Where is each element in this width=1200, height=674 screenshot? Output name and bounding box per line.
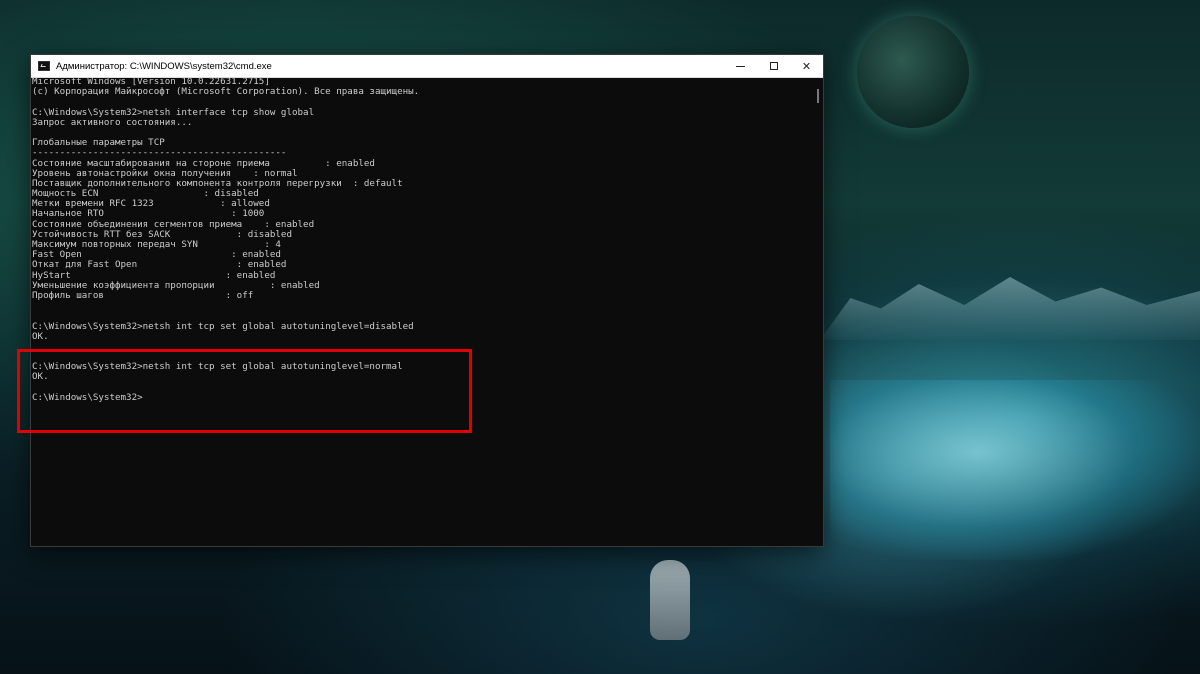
window-title: Администратор: C:\WINDOWS\system32\cmd.e… <box>56 60 272 72</box>
console-line: ----------------------------------------… <box>32 147 287 159</box>
wallpaper-mountains <box>820 277 1200 340</box>
wallpaper-planet <box>857 16 969 128</box>
wallpaper-shore <box>830 380 1200 560</box>
cmd-window[interactable]: Администратор: C:\WINDOWS\system32\cmd.e… <box>30 54 824 547</box>
minimize-button[interactable] <box>724 55 757 77</box>
console-scrollbar[interactable] <box>817 89 819 103</box>
wallpaper-astronaut <box>650 560 690 640</box>
console-line: C:\Windows\System32>netsh int tcp set gl… <box>32 320 414 332</box>
console-line: Профиль шагов : off <box>32 289 254 301</box>
console-line: Запрос активного состояния... <box>32 116 193 128</box>
console-line: (c) Корпорация Майкрософт (Microsoft Cor… <box>32 86 420 98</box>
close-icon: ✕ <box>801 59 812 73</box>
minimize-icon <box>736 65 745 67</box>
cmd-app-icon <box>38 61 50 71</box>
window-titlebar[interactable]: Администратор: C:\WINDOWS\system32\cmd.e… <box>31 55 823 78</box>
console-output[interactable]: Microsoft Windows [Version 10.0.22631.27… <box>31 77 823 546</box>
close-button[interactable]: ✕ <box>790 55 823 77</box>
console-line: OK. <box>32 330 49 342</box>
maximize-icon <box>769 62 778 70</box>
maximize-button[interactable] <box>757 55 790 77</box>
highlight-box <box>17 349 472 433</box>
window-controls: ✕ <box>724 55 823 77</box>
